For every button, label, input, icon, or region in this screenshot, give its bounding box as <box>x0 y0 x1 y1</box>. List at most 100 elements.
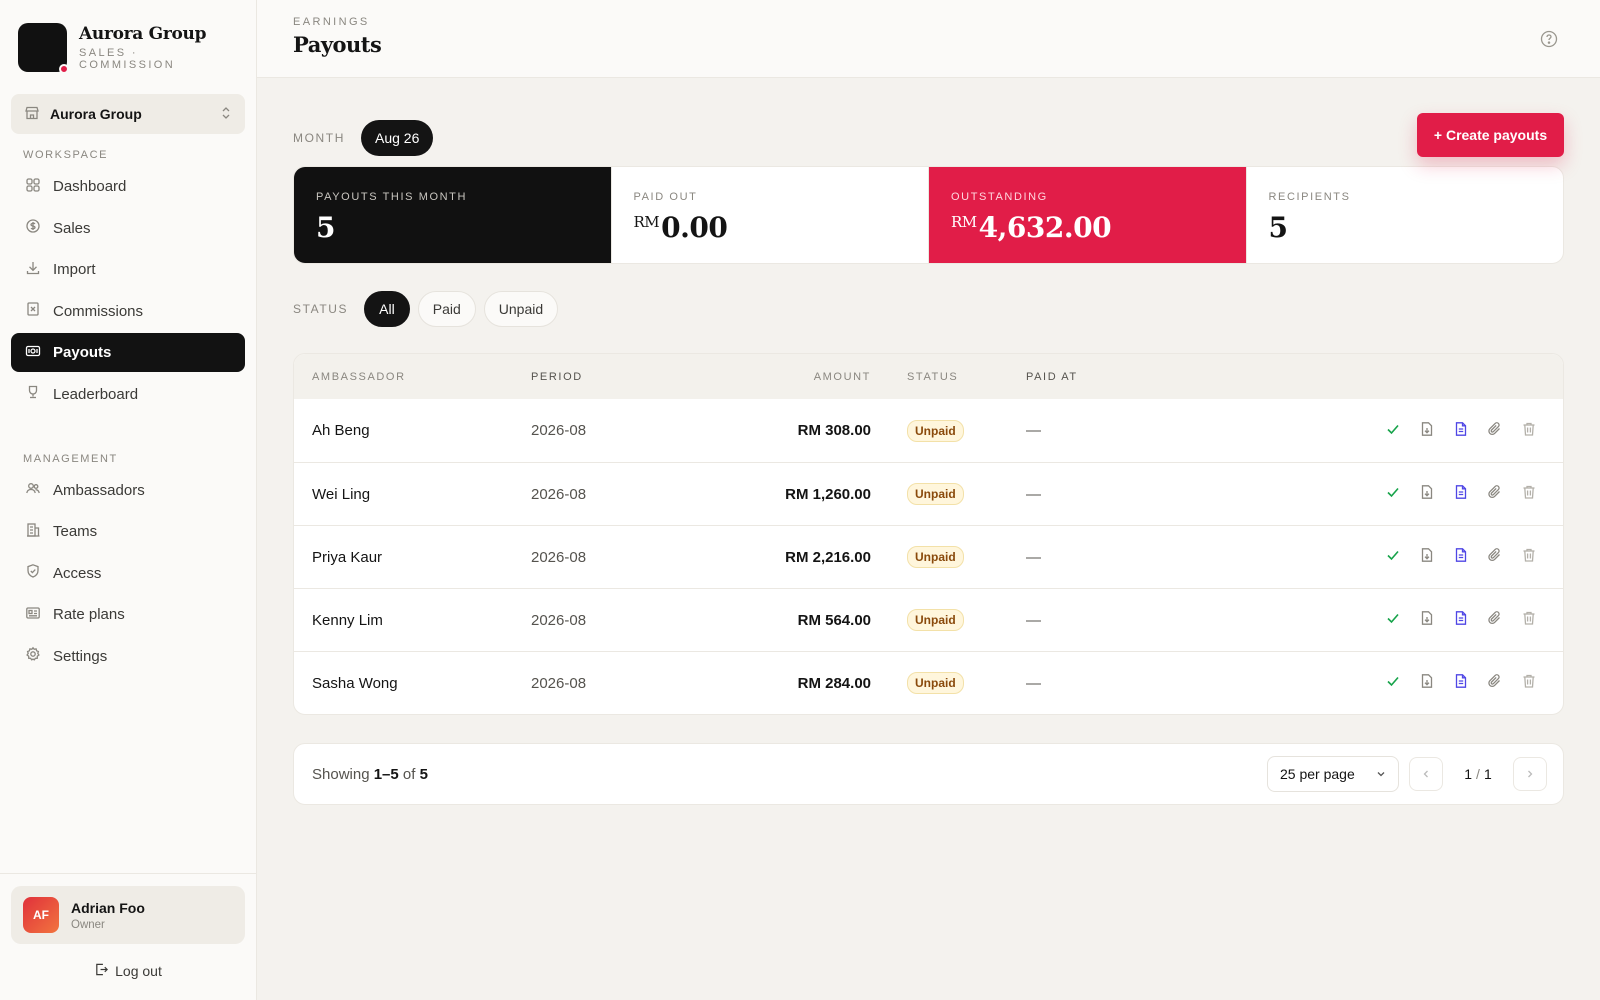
cell-status: Unpaid <box>871 672 1026 694</box>
org-selector[interactable]: Aurora Group <box>11 94 245 134</box>
status-chip-paid[interactable]: Paid <box>417 291 476 327</box>
sidebar-item-settings[interactable]: Settings <box>11 637 245 676</box>
mark-paid-icon[interactable] <box>1385 673 1401 693</box>
cell-status: Unpaid <box>871 546 1026 568</box>
status-badge: Unpaid <box>907 672 964 694</box>
column-header-ambassador[interactable]: AMBASSADOR <box>294 371 531 383</box>
attachment-icon[interactable] <box>1487 484 1503 504</box>
sidebar-item-import[interactable]: Import <box>11 250 245 289</box>
prev-page-button[interactable] <box>1409 757 1443 791</box>
currency-label: RM <box>633 213 660 231</box>
status-chip-all[interactable]: All <box>364 291 410 327</box>
column-header-status[interactable]: STATUS <box>871 371 1026 383</box>
sidebar-item-label: Dashboard <box>53 178 127 195</box>
mark-paid-icon[interactable] <box>1385 610 1401 630</box>
column-header-paid-at[interactable]: PAID AT <box>1026 371 1176 383</box>
cell-ambassador[interactable]: Kenny Lim <box>294 612 531 629</box>
view-statement-icon[interactable] <box>1453 610 1469 630</box>
download-file-icon[interactable] <box>1419 547 1435 567</box>
attachment-icon[interactable] <box>1487 421 1503 441</box>
sidebar-item-commissions[interactable]: Commissions <box>11 292 245 331</box>
sidebar-item-rate-plans[interactable]: Rate plans <box>11 595 245 634</box>
download-file-icon[interactable] <box>1419 610 1435 630</box>
create-payouts-button[interactable]: + Create payouts <box>1417 113 1564 157</box>
sidebar-item-dashboard[interactable]: Dashboard <box>11 167 245 206</box>
cell-ambassador[interactable]: Priya Kaur <box>294 549 531 566</box>
banknote-icon <box>25 343 41 363</box>
trash-icon[interactable] <box>1521 421 1537 441</box>
org-selector-label: Aurora Group <box>50 106 142 122</box>
card-icon <box>25 605 41 625</box>
month-filter: MONTH Aug 26 + Create payouts <box>293 113 1564 157</box>
month-picker[interactable]: Aug 26 <box>361 120 434 156</box>
brand-subtitle: SALES · COMMISSION <box>79 46 176 71</box>
download-file-icon[interactable] <box>1419 673 1435 693</box>
payouts-table: AMBASSADOR PERIOD AMOUNT STATUS PAID AT … <box>293 353 1564 715</box>
stat-number: 5 <box>1268 211 1288 244</box>
status-badge: Unpaid <box>907 546 964 568</box>
stat-label: PAID OUT <box>633 191 698 203</box>
shield-icon <box>25 563 41 583</box>
view-statement-icon[interactable] <box>1453 421 1469 441</box>
help-icon[interactable] <box>1540 30 1558 51</box>
sidebar-item-sales[interactable]: Sales <box>11 209 245 248</box>
stat-label: RECIPIENTS <box>1268 191 1351 203</box>
stat-label: PAYOUTS THIS MONTH <box>316 191 468 203</box>
status-chip-unpaid[interactable]: Unpaid <box>483 291 559 327</box>
table-row[interactable]: Sasha Wong 2026-08 RM 284.00 Unpaid — <box>294 651 1563 714</box>
logout-button[interactable]: Log out <box>11 962 245 980</box>
cell-period: 2026-08 <box>531 674 587 692</box>
cell-ambassador[interactable]: Sasha Wong <box>294 675 531 692</box>
download-file-icon[interactable] <box>1419 484 1435 504</box>
stat-number: 5 <box>316 211 335 244</box>
cell-ambassador[interactable]: Wei Ling <box>294 486 531 503</box>
trash-icon[interactable] <box>1521 610 1537 630</box>
table-row[interactable]: Ah Beng 2026-08 RM 308.00 Unpaid — <box>294 399 1563 462</box>
pagination-bar: Showing 1–5 of 5 25 per page 1/1 <box>293 743 1564 805</box>
trash-icon[interactable] <box>1521 673 1537 693</box>
sidebar-item-access[interactable]: Access <box>11 554 245 593</box>
column-header-amount[interactable]: AMOUNT <box>714 371 871 383</box>
stat-label: OUTSTANDING <box>951 191 1048 203</box>
sidebar-item-label: Commissions <box>53 302 144 320</box>
table-header: AMBASSADOR PERIOD AMOUNT STATUS PAID AT <box>294 354 1563 399</box>
sidebar: Aurora Group SALES · COMMISSION Aurora G… <box>0 0 257 1000</box>
sidebar-item-label: Payouts <box>53 344 112 361</box>
cell-paid-at: — <box>1026 548 1041 566</box>
table-row[interactable]: Wei Ling 2026-08 RM 1,260.00 Unpaid — <box>294 462 1563 525</box>
stat-value: 5 <box>316 211 589 244</box>
per-page-select[interactable]: 25 per page <box>1267 756 1399 792</box>
row-actions <box>1176 484 1563 504</box>
attachment-icon[interactable] <box>1487 673 1503 693</box>
attachment-icon[interactable] <box>1487 610 1503 630</box>
status-badge: Unpaid <box>907 419 964 442</box>
gear-icon <box>25 646 41 666</box>
download-file-icon[interactable] <box>1419 421 1435 441</box>
sidebar-item-ambassadors[interactable]: Ambassadors <box>11 471 245 510</box>
sidebar-item-leaderboard[interactable]: Leaderboard <box>11 375 245 414</box>
sidebar-item-teams[interactable]: Teams <box>11 512 245 551</box>
view-statement-icon[interactable] <box>1453 673 1469 693</box>
trash-icon[interactable] <box>1521 484 1537 504</box>
view-statement-icon[interactable] <box>1453 484 1469 504</box>
next-page-button[interactable] <box>1513 757 1547 791</box>
cell-amount: RM 284.00 <box>797 674 871 692</box>
sidebar-item-payouts[interactable]: Payouts <box>11 333 245 372</box>
stat-recipients: RECIPIENTS 5 <box>1247 167 1564 263</box>
table-row[interactable]: Priya Kaur 2026-08 RM 2,216.00 Unpaid — <box>294 525 1563 588</box>
status-filter: STATUS All Paid Unpaid <box>293 291 1564 327</box>
table-row[interactable]: Kenny Lim 2026-08 RM 564.00 Unpaid — <box>294 588 1563 651</box>
user-card[interactable]: AF Adrian Foo Owner <box>11 886 245 944</box>
view-statement-icon[interactable] <box>1453 547 1469 567</box>
cell-ambassador[interactable]: Ah Beng <box>294 422 531 439</box>
mark-paid-icon[interactable] <box>1385 547 1401 567</box>
cell-status: Unpaid <box>871 483 1026 505</box>
mark-paid-icon[interactable] <box>1385 484 1401 504</box>
sidebar-footer: AF Adrian Foo Owner Log out <box>0 873 256 1000</box>
mark-paid-icon[interactable] <box>1385 421 1401 441</box>
column-header-period[interactable]: PERIOD <box>531 371 714 383</box>
stat-payouts-this-month: PAYOUTS THIS MONTH 5 <box>294 167 612 263</box>
attachment-icon[interactable] <box>1487 547 1503 567</box>
trash-icon[interactable] <box>1521 547 1537 567</box>
per-page-value: 25 per page <box>1280 766 1355 782</box>
